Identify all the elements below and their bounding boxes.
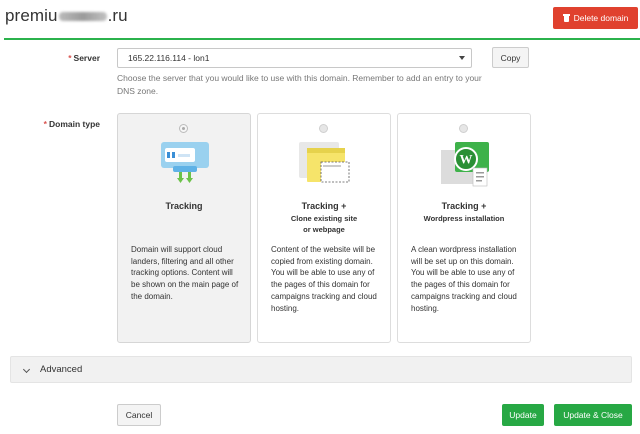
- card-title: Tracking +: [441, 201, 487, 211]
- chevron-down-icon: [22, 365, 31, 374]
- redacted-text: [58, 12, 107, 22]
- svg-text:W: W: [460, 152, 473, 167]
- cancel-button[interactable]: Cancel: [117, 404, 161, 426]
- card-subtitle-line: or webpage: [303, 225, 345, 234]
- card-subtitle: Clone existing site or webpage: [258, 213, 390, 235]
- title-prefix: premiu: [5, 6, 58, 25]
- advanced-section-toggle[interactable]: Advanced: [10, 356, 632, 383]
- card-title: Tracking: [165, 201, 203, 211]
- card-title: Tracking +: [301, 201, 347, 211]
- title-suffix: ru: [112, 6, 128, 25]
- clone-site-icon: [299, 142, 350, 183]
- caret-down-icon: [459, 56, 465, 60]
- update-and-close-button[interactable]: Update & Close: [554, 404, 632, 426]
- radio-button[interactable]: [459, 124, 468, 133]
- required-mark: *: [68, 53, 72, 63]
- card-description: A clean wordpress installation will be s…: [411, 245, 517, 313]
- header-divider: [4, 38, 640, 40]
- server-help-text: Choose the server that you would like to…: [117, 73, 482, 96]
- server-select-value: 165.22.116.114 - lon1: [128, 53, 210, 63]
- page-title: premiu .ru: [5, 6, 128, 26]
- delete-domain-label: Delete domain: [573, 13, 629, 23]
- delete-domain-button[interactable]: Delete domain: [553, 7, 638, 29]
- domain-type-card-tracking[interactable]: Tracking Domain will support cloud lande…: [117, 113, 251, 343]
- radio-button[interactable]: [179, 124, 188, 133]
- card-description: Domain will support cloud landers, filte…: [131, 245, 239, 301]
- card-description: Content of the website will be copied fr…: [271, 245, 377, 313]
- update-button[interactable]: Update: [502, 404, 544, 426]
- domain-type-card-wordpress[interactable]: W Tracking + Wordpress installation A cl…: [397, 113, 531, 343]
- card-subtitle-line: Wordpress installation: [423, 214, 505, 223]
- domain-type-label: * Domain type: [30, 119, 100, 129]
- card-subtitle-line: Clone existing site: [290, 214, 358, 223]
- header: premiu .ru Delete domain: [0, 0, 640, 38]
- advanced-label: Advanced: [40, 364, 83, 375]
- server-label-text: Server: [73, 53, 100, 63]
- card-subtitle: Wordpress installation: [398, 213, 530, 224]
- server-select[interactable]: 165.22.116.114 - lon1: [117, 48, 472, 68]
- domain-type-label-text: Domain type: [48, 119, 100, 129]
- wordpress-icon: W: [441, 142, 489, 187]
- tracking-icon: [161, 142, 209, 183]
- required-mark: *: [43, 119, 47, 129]
- domain-type-card-clone[interactable]: Tracking + Clone existing site or webpage…: [257, 113, 391, 343]
- trash-icon: [562, 14, 570, 22]
- copy-button[interactable]: Copy: [492, 47, 529, 68]
- server-label: * Server: [60, 53, 100, 63]
- radio-button[interactable]: [319, 124, 328, 133]
